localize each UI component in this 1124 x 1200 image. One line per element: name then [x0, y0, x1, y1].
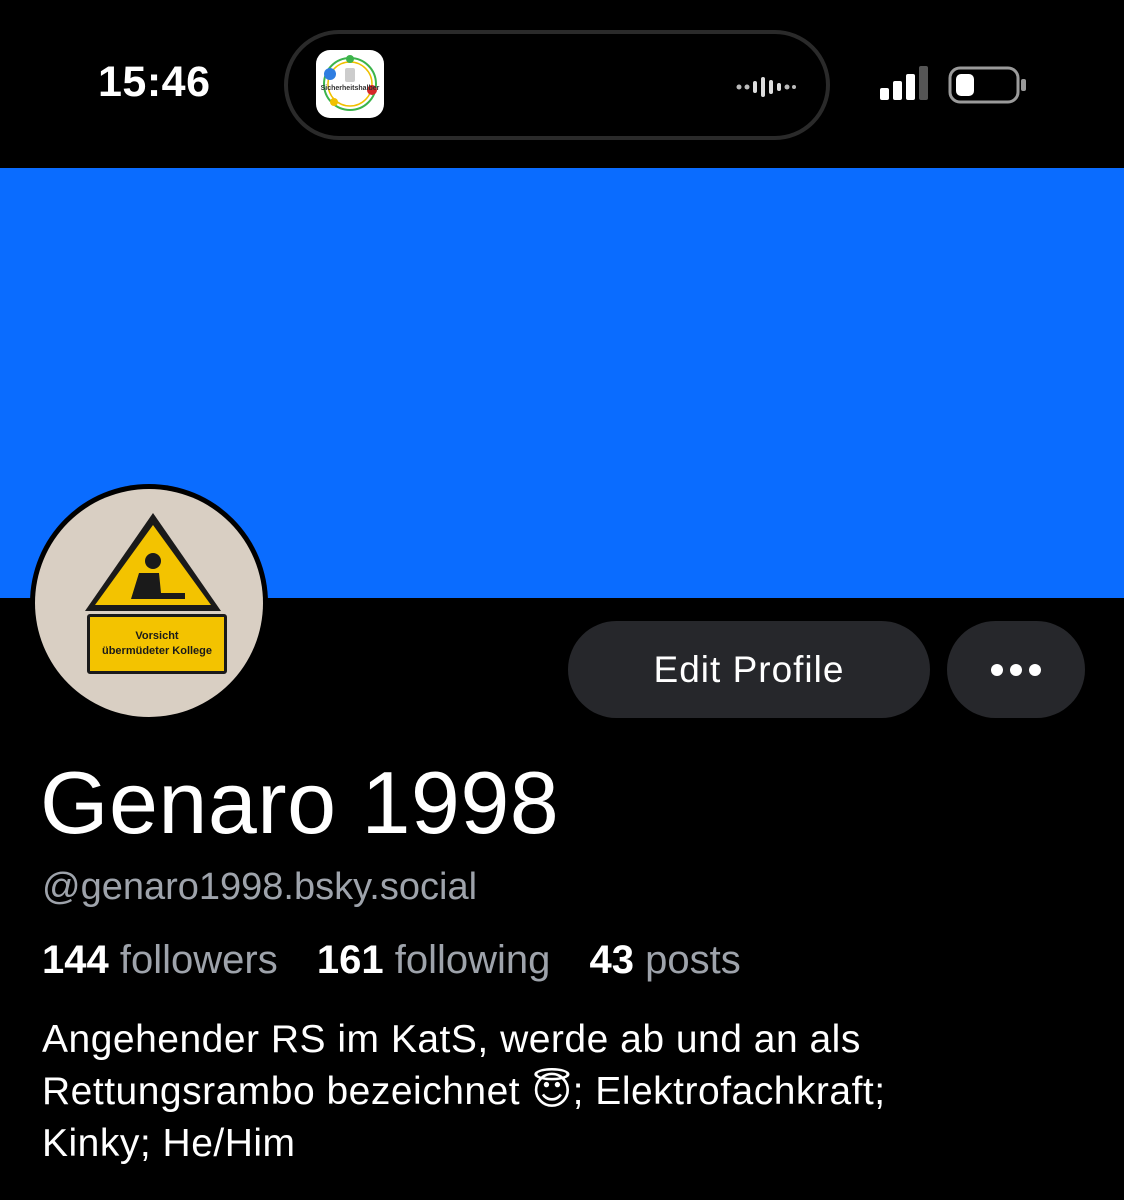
following-label: following: [394, 938, 551, 982]
profile-handle[interactable]: @genaro1998.bsky.social: [42, 866, 477, 909]
avatar-image: Vorsicht übermüdeter Kollege: [35, 489, 263, 717]
bio-line-1: Angehender RS im KatS, werde ab und an a…: [42, 1018, 861, 1061]
following-stat[interactable]: 161 following: [317, 938, 551, 982]
bio-line-3: Kinky; He/Him: [42, 1122, 296, 1165]
followers-stat[interactable]: 144 followers: [42, 938, 278, 982]
status-bar: 15:46 Sicherheitshalber: [0, 0, 1124, 168]
posts-label: posts: [645, 938, 741, 982]
dynamic-island[interactable]: Sicherheitshalber: [284, 30, 830, 140]
edit-profile-button[interactable]: Edit Profile: [568, 621, 930, 718]
sign-text-line1: Vorsicht: [135, 630, 179, 642]
profile-screen: 15:46 Sicherheitshalber Vorsicht übermüd…: [0, 0, 1124, 1200]
waveform-icon: [736, 77, 796, 97]
posts-count: 43: [589, 938, 635, 982]
followers-count: 144: [42, 938, 109, 982]
bio-line-2-text: Rettungsrambo bezeichnet: [42, 1070, 521, 1113]
more-options-button[interactable]: [947, 621, 1085, 718]
sign-text-line2: übermüdeter Kollege: [101, 645, 213, 657]
bio-line-2-rest: ; Elektrofachkraft;: [572, 1070, 886, 1113]
warning-sign-icon: [85, 513, 221, 611]
avatar[interactable]: Vorsicht übermüdeter Kollege: [30, 484, 268, 722]
display-name: Genaro 1998: [40, 753, 560, 852]
ellipsis-icon: [991, 663, 1041, 676]
following-count: 161: [316, 938, 384, 982]
app-icon[interactable]: Sicherheitshalber: [316, 50, 384, 118]
followers-label: followers: [119, 938, 278, 982]
halo-emoji-icon: 😇: [531, 1070, 573, 1113]
profile-stats: 144 followers 161 following 43 posts: [42, 938, 769, 983]
status-time: 15:46: [98, 58, 211, 106]
profile-bio: Angehender RS im KatS, werde ab und an a…: [42, 1014, 1082, 1170]
app-logo-icon: [323, 55, 377, 111]
sign-plate: Vorsicht übermüdeter Kollege: [87, 614, 227, 674]
battery-icon: [948, 66, 1026, 104]
app-icon-label: Sicherheitshalber: [320, 85, 380, 92]
signal-icon: [880, 66, 928, 100]
bio-line-2: Rettungsrambo bezeichnet 😇; Elektrofachk…: [42, 1066, 1082, 1118]
posts-stat: 43 posts: [590, 938, 741, 982]
